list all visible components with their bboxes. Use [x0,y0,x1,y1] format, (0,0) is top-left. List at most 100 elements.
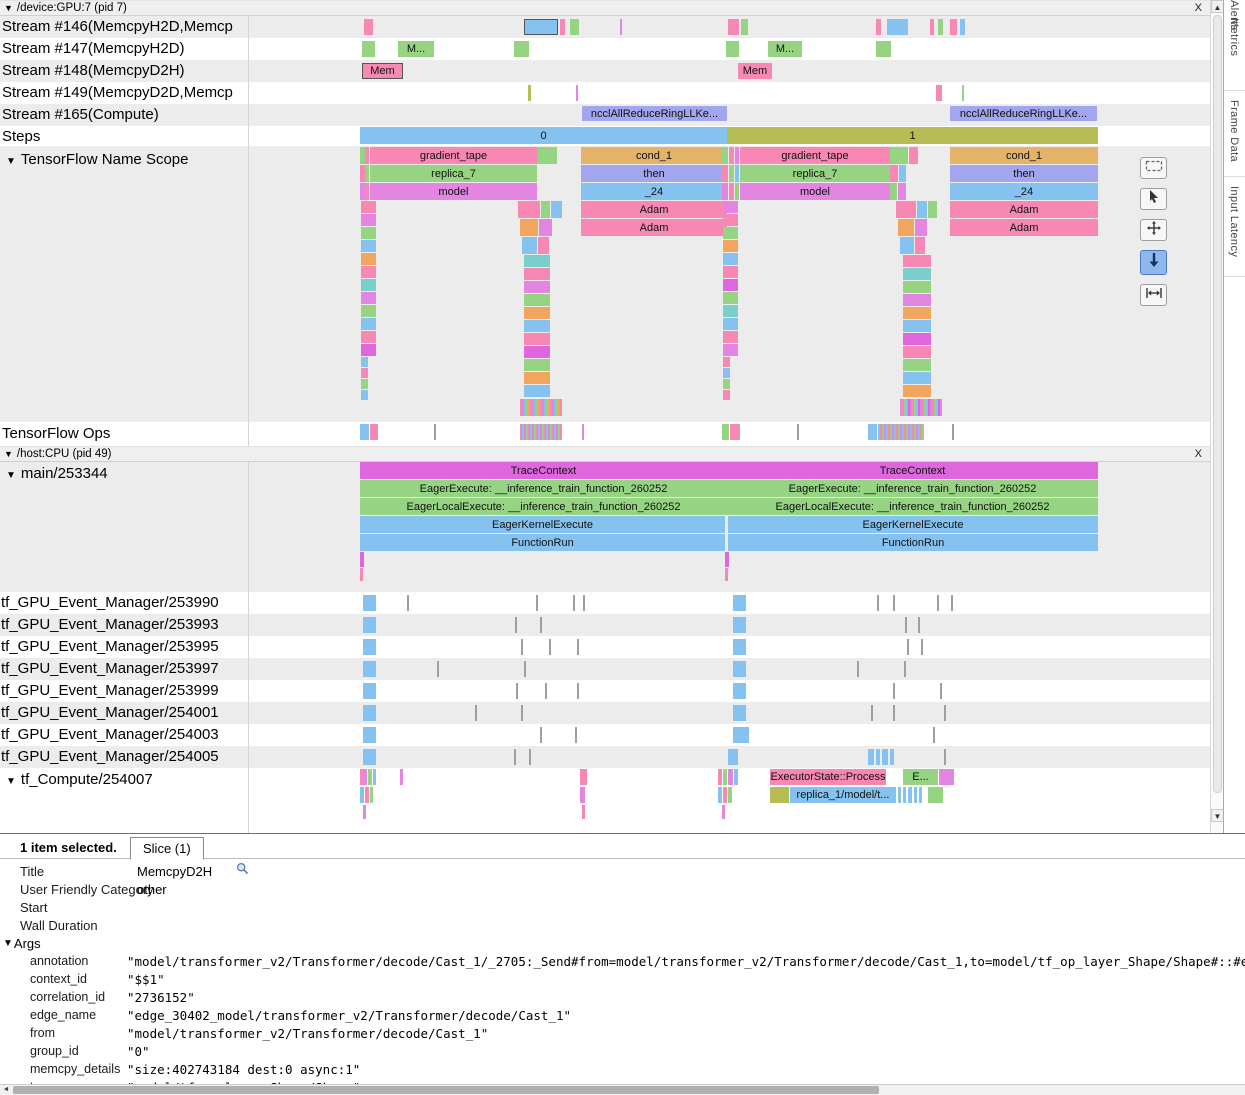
trace-event[interactable] [361,379,368,389]
trace-event[interactable] [735,165,739,182]
trace-event-cluster[interactable] [878,424,924,440]
trace-event[interactable] [938,19,943,35]
trace-event[interactable] [538,237,549,254]
trace-event[interactable] [735,183,739,200]
trace-event[interactable] [576,85,578,101]
horizontal-scroll-thumb[interactable] [13,1086,879,1094]
trace-event[interactable] [536,595,538,611]
close-icon[interactable]: X [1195,448,1202,460]
trace-event[interactable] [933,727,935,743]
collapse-icon[interactable]: ▼ [6,776,16,787]
trace-event[interactable] [876,749,880,765]
trace-event[interactable] [360,552,364,567]
trace-event[interactable] [368,769,372,785]
trace-event-cluster[interactable] [520,399,562,416]
trace-event[interactable] [918,617,920,633]
trace-event-cluster[interactable] [900,399,942,416]
magnifier-icon[interactable] [236,862,249,880]
trace-event[interactable] [722,183,728,200]
trace-event[interactable] [868,424,877,440]
tab-alerts[interactable]: Alerts [1228,0,1240,31]
collapse-icon[interactable]: ▼ [6,156,16,167]
trace-event[interactable]: replica_7 [370,165,537,182]
trace-event[interactable] [524,661,526,677]
trace-event[interactable] [722,805,725,819]
trace-event[interactable] [937,595,939,611]
trace-event[interactable] [361,305,376,317]
trace-event[interactable] [903,333,931,345]
trace-event[interactable] [583,595,585,611]
trace-event[interactable] [515,617,517,633]
trace-event[interactable] [723,214,738,226]
trace-event[interactable] [725,552,729,567]
pan-tool-button[interactable] [1140,219,1167,241]
trace-event[interactable] [728,749,738,765]
mark-tool-button[interactable] [1140,157,1167,179]
trace-event[interactable]: Mem [362,63,403,79]
trace-event[interactable] [539,219,552,236]
trace-event[interactable] [365,183,369,200]
trace-event[interactable] [893,705,895,721]
trace-event[interactable] [361,266,376,278]
trace-event[interactable] [524,346,550,358]
trace-event[interactable] [361,368,368,378]
trace-event[interactable] [514,41,529,57]
trace-event[interactable] [361,292,376,304]
trace-event[interactable] [723,318,738,330]
trace-event[interactable] [580,787,585,803]
trace-event[interactable] [723,240,738,252]
trace-event[interactable]: replica_1/model/t... [790,787,896,803]
trace-event[interactable] [944,749,946,765]
trace-event[interactable] [921,639,923,655]
trace-event[interactable] [520,219,538,236]
trace-event[interactable] [876,19,881,35]
trace-event[interactable]: Adam [581,219,727,236]
trace-event[interactable]: model [740,183,890,200]
trace-event[interactable] [857,661,859,677]
trace-event[interactable] [361,253,376,265]
trace-event[interactable]: model [370,183,537,200]
trace-event[interactable] [733,639,746,655]
trace-event[interactable] [370,787,373,803]
trace-event[interactable] [363,617,376,633]
trace-event[interactable] [537,147,557,164]
tab-input-latency[interactable]: Input Latency [1228,186,1240,257]
trace-event[interactable] [570,19,579,35]
trace-event[interactable] [362,41,375,57]
trace-event[interactable] [363,727,376,743]
trace-event[interactable] [407,595,409,611]
trace-event[interactable] [903,372,931,384]
trace-event[interactable] [723,305,738,317]
trace-event[interactable] [361,279,376,291]
trace-event[interactable] [361,331,376,343]
trace-event[interactable] [729,183,734,200]
trace-event[interactable] [893,683,895,699]
trace-event[interactable] [522,237,537,254]
trace-event[interactable] [903,268,931,280]
trace-event[interactable] [900,237,914,254]
trace-event[interactable]: then [581,165,727,182]
trace-event[interactable]: Adam [950,201,1098,218]
trace-event[interactable] [950,19,957,35]
trace-event[interactable] [914,787,917,803]
trace-event[interactable]: 0 [360,127,727,144]
trace-event[interactable] [540,617,542,633]
trace-event[interactable]: Mem [738,63,772,79]
trace-event[interactable] [400,769,403,785]
trace-event[interactable] [903,320,931,332]
trace-event[interactable] [896,201,916,218]
trace-event[interactable] [521,705,523,721]
trace-event[interactable] [735,147,739,164]
trace-event[interactable] [361,214,376,226]
trace-event[interactable] [518,201,540,218]
trace-event[interactable] [365,147,369,164]
trace-event[interactable] [580,769,587,785]
trace-event[interactable] [360,787,364,803]
close-icon[interactable]: X [1195,2,1202,14]
trace-event[interactable] [363,661,376,677]
trace-event[interactable] [361,357,368,367]
trace-event[interactable]: TraceContext [360,462,727,479]
trace-event[interactable] [723,331,738,343]
trace-event[interactable]: EagerLocalExecute: __inference_train_fun… [360,498,727,515]
trace-event[interactable] [729,165,734,182]
